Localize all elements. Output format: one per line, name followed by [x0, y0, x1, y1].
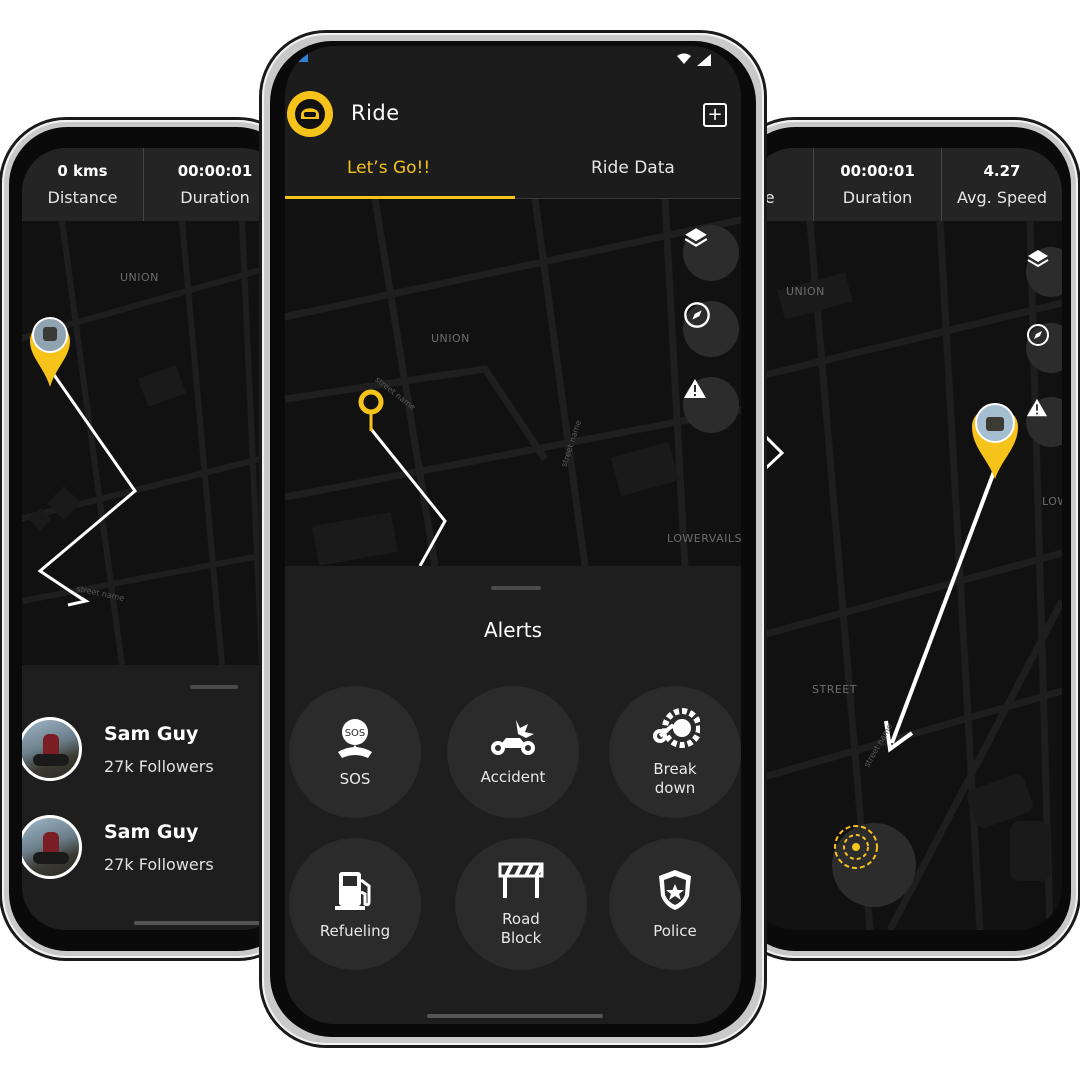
center-phone-screen: 30 Ride + Let’s Go!! Ride Data UNION LOW… [285, 46, 741, 1024]
alert-breakdown-button[interactable]: Break down [609, 686, 741, 818]
breakdown-icon [653, 708, 700, 748]
status-bar-time: 30 [285, 46, 309, 62]
alert-label: Accident [480, 767, 546, 786]
compass-button[interactable] [683, 301, 739, 357]
stat-label: Duration [180, 188, 250, 207]
home-indicator [134, 921, 274, 925]
person-followers: 27k Followers [104, 854, 214, 874]
recenter-location-button[interactable] [832, 823, 916, 907]
alert-label: Road Block [500, 910, 542, 947]
map-area-label: LOW [1042, 495, 1062, 508]
map-streets [750, 221, 1062, 930]
stat-duration: 00:00:01 Duration [814, 148, 942, 221]
stat-label: Duration [842, 188, 913, 207]
svg-text:SOS: SOS [345, 728, 366, 739]
app-logo[interactable] [287, 91, 333, 137]
tab-ride-data[interactable]: Ride Data [591, 158, 675, 178]
accident-icon [491, 719, 535, 755]
ride-stats-bar: s ce 00:00:01 Duration 4.27 Avg. Speed [750, 148, 1062, 221]
map-area-label: UNION [786, 285, 825, 298]
map-streets [285, 199, 741, 566]
avatar [22, 717, 82, 781]
signal-wifi-icon [677, 53, 711, 66]
list-item[interactable]: Sam Guy 27k Followers [22, 717, 214, 781]
warning-icon [1026, 398, 1048, 417]
right-phone-screen: s ce 00:00:01 Duration 4.27 Avg. Speed [750, 148, 1062, 930]
plus-icon: + [707, 104, 723, 125]
alert-label: Break down [653, 760, 697, 797]
helmet-logo-icon [295, 99, 325, 129]
map-area-label: LOWERVAILSI [667, 532, 741, 545]
sos-icon: SOS [338, 718, 372, 758]
map-view[interactable]: UNION LOWERVAILSI street name street nam… [285, 199, 741, 566]
alert-police-button[interactable]: Police [609, 838, 741, 970]
person-followers: 27k Followers [104, 756, 214, 776]
map-streets [22, 221, 286, 665]
alerts-sheet: Alerts SOS SOS Accident Break down Refue… [285, 566, 741, 1024]
map-view[interactable]: UNION street name [22, 221, 286, 665]
avatar [22, 815, 82, 879]
sheet-drag-handle[interactable] [190, 685, 238, 689]
center-phone-mockup: 30 Ride + Let’s Go!! Ride Data UNION LOW… [262, 33, 764, 1045]
right-phone-mockup: s ce 00:00:01 Duration 4.27 Avg. Speed [730, 120, 1078, 958]
alert-label: Police [653, 921, 697, 940]
page-title: Ride [351, 101, 400, 125]
stat-value: 00:00:01 [177, 162, 253, 180]
layers-icon [684, 228, 708, 247]
person-info: Sam Guy 27k Followers [104, 821, 214, 874]
person-name: Sam Guy [104, 722, 199, 745]
person-name: Sam Guy [104, 820, 199, 843]
alert-road-block-button[interactable]: Road Block [455, 838, 587, 970]
map-area-label: UNION [431, 332, 470, 345]
stat-label: Distance [47, 188, 118, 207]
alert-label: Refueling [319, 921, 391, 940]
location-target-icon [834, 825, 878, 869]
stat-value: 00:00:01 [840, 162, 915, 180]
police-badge-icon [659, 869, 691, 910]
layers-icon [1027, 250, 1049, 268]
alert-label: SOS [339, 769, 371, 788]
warning-icon [684, 379, 706, 398]
fuel-icon [335, 871, 371, 910]
map-area-label: UNION [120, 271, 159, 284]
sheet-drag-handle[interactable] [491, 586, 541, 590]
layers-button[interactable] [683, 225, 739, 281]
person-info: Sam Guy 27k Followers [104, 723, 214, 776]
alert-accident-button[interactable]: Accident [447, 686, 579, 818]
followers-sheet: Sam Guy 27k Followers Sam Guy 27k Follow… [22, 665, 286, 930]
add-button[interactable]: + [703, 103, 727, 127]
map-street-main-label: STREET [812, 683, 857, 696]
left-phone-mockup: 0 kms Distance 00:00:01 Duration UNION s… [2, 120, 302, 958]
warning-button[interactable] [683, 377, 739, 433]
compass-icon [1027, 324, 1049, 346]
stat-label: Avg. Speed [957, 188, 1047, 207]
stat-avg-speed: 4.27 Avg. Speed [942, 148, 1062, 221]
home-indicator [427, 1014, 603, 1018]
compass-icon [684, 302, 710, 328]
alert-sos-button[interactable]: SOS SOS [289, 686, 421, 818]
map-view[interactable]: UNION LOW STREET street name [750, 221, 1062, 930]
sheet-title: Alerts [483, 618, 543, 642]
stat-value: 0 kms [57, 162, 108, 180]
ride-stats-bar: 0 kms Distance 00:00:01 Duration [22, 148, 286, 221]
alert-refueling-button[interactable]: Refueling [289, 838, 421, 970]
roadblock-icon [498, 862, 544, 898]
stat-value: 4.27 [983, 162, 1021, 180]
left-phone-screen: 0 kms Distance 00:00:01 Duration UNION s… [22, 148, 286, 930]
stat-distance: 0 kms Distance [22, 148, 144, 221]
list-item[interactable]: Sam Guy 27k Followers [22, 815, 214, 879]
tab-lets-go[interactable]: Let’s Go!! [347, 158, 430, 178]
